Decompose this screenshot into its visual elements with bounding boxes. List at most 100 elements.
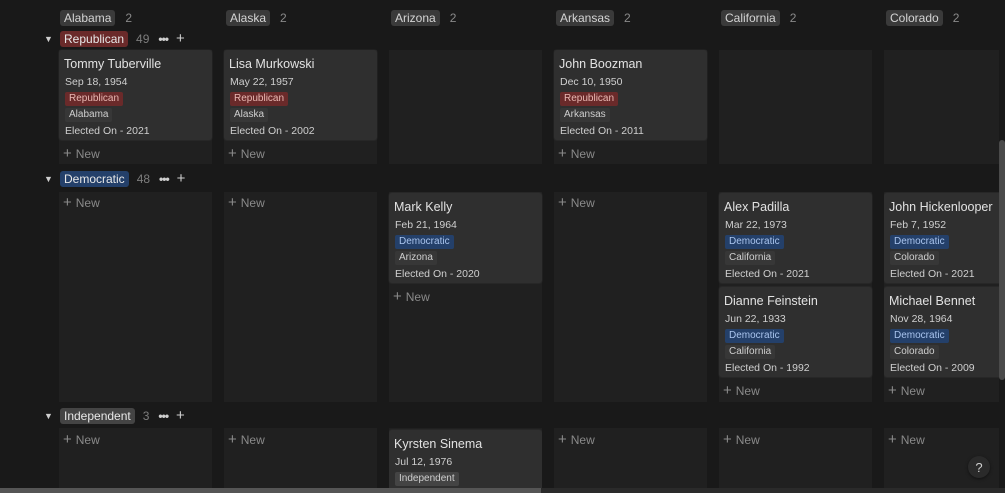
card-kyrsten-sinema[interactable]: Kyrsten Sinema Jul 12, 1976 Independent: [389, 430, 542, 488]
group-count: 48: [136, 172, 151, 186]
new-card-button[interactable]: + New: [228, 431, 265, 448]
card-title: Dianne Feinstein: [724, 294, 818, 308]
plus-icon: +: [558, 431, 567, 448]
column-header-alabama[interactable]: Alabama 2: [60, 10, 132, 26]
new-card-button[interactable]: + New: [393, 288, 430, 305]
party-tag: Republican: [230, 92, 289, 106]
more-options-icon[interactable]: •••: [158, 32, 169, 46]
card-elected: Elected On - 2021: [65, 125, 150, 137]
card-tommy-tuberville[interactable]: Tommy Tuberville Sep 18, 1954 Republican…: [59, 50, 212, 140]
card-title: Tommy Tuberville: [64, 57, 162, 71]
lane-republican-alaska: Lisa Murkowski May 22, 1957 Republican A…: [224, 50, 377, 164]
column-label: Arizona: [391, 10, 440, 26]
new-card-button[interactable]: + New: [888, 431, 925, 448]
lane-republican-alabama: Tommy Tuberville Sep 18, 1954 Republican…: [59, 50, 212, 164]
lane-independent-alabama: + New: [59, 428, 212, 488]
column-count: 2: [952, 11, 960, 25]
lane-democratic-alabama: + New: [59, 192, 212, 402]
card-title: Michael Bennet: [889, 294, 976, 308]
card-john-boozman[interactable]: John Boozman Dec 10, 1950 Republican Ark…: [554, 50, 707, 140]
card-dianne-feinstein[interactable]: Dianne Feinstein Jun 22, 1933 Democratic…: [719, 287, 872, 377]
party-tag: Democratic: [725, 235, 784, 249]
new-card-button[interactable]: + New: [228, 195, 265, 210]
plus-icon: +: [888, 431, 897, 448]
party-tag: Democratic: [890, 235, 949, 249]
plus-icon: +: [393, 288, 402, 305]
column-label: Colorado: [886, 10, 943, 26]
state-tag: Colorado: [890, 251, 939, 265]
help-icon: ?: [975, 459, 983, 475]
card-title: Lisa Murkowski: [229, 57, 315, 71]
lane-independent-arkansas: + New: [554, 428, 707, 488]
column-header-alaska[interactable]: Alaska 2: [226, 10, 287, 26]
horizontal-scrollbar[interactable]: [0, 488, 541, 493]
collapse-toggle-icon[interactable]: ▼: [44, 174, 54, 184]
column-header-row: Alabama 2 Alaska 2 Arizona 2 Arkansas 2 …: [0, 0, 1005, 34]
group-label[interactable]: Republican: [60, 31, 129, 47]
more-options-icon[interactable]: •••: [159, 172, 170, 186]
new-card-button[interactable]: + New: [888, 383, 925, 398]
lane-republican-arkansas: John Boozman Dec 10, 1950 Republican Ark…: [554, 50, 707, 164]
vertical-scrollbar[interactable]: [999, 140, 1005, 380]
new-card-button[interactable]: + New: [63, 194, 100, 211]
group-label[interactable]: Independent: [60, 408, 135, 424]
state-tag: Colorado: [890, 345, 939, 359]
new-card-button[interactable]: + New: [558, 431, 595, 448]
new-card-button[interactable]: + New: [228, 146, 265, 161]
column-label: Alaska: [226, 10, 271, 26]
add-icon[interactable]: +: [176, 31, 185, 46]
column-label: Alabama: [60, 10, 116, 26]
party-tag: Independent: [395, 472, 459, 486]
plus-icon: +: [723, 431, 732, 448]
state-tag: Alabama: [65, 108, 113, 122]
plus-icon: +: [558, 145, 567, 162]
lane-independent-arizona: Kyrsten Sinema Jul 12, 1976 Independent: [389, 428, 542, 488]
card-john-hickenlooper[interactable]: John Hickenlooper Feb 7, 1952 Democratic…: [884, 193, 999, 283]
lane-independent-alaska: + New: [224, 428, 377, 488]
plus-icon: +: [228, 431, 237, 448]
column-count: 2: [624, 11, 631, 25]
column-header-arizona[interactable]: Arizona 2: [391, 10, 456, 26]
column-header-colorado[interactable]: Colorado 2: [886, 10, 959, 26]
column-header-california[interactable]: California 2: [721, 10, 796, 26]
card-title: Mark Kelly: [394, 200, 453, 214]
more-options-icon[interactable]: •••: [158, 409, 169, 423]
card-elected: Elected On - 2011: [560, 125, 644, 137]
card-birthdate: Sep 18, 1954: [65, 76, 128, 88]
card-birthdate: Jun 22, 1933: [725, 313, 786, 325]
card-mark-kelly[interactable]: Mark Kelly Feb 21, 1964 Democratic Arizo…: [389, 193, 542, 283]
group-header-republican: ▼ Republican 49 ••• +: [44, 31, 185, 47]
help-button[interactable]: ?: [968, 456, 990, 478]
card-birthdate: May 22, 1957: [230, 76, 294, 88]
card-title: Alex Padilla: [724, 200, 790, 214]
new-card-button[interactable]: + New: [63, 431, 100, 448]
state-tag: California: [725, 345, 776, 359]
lane-democratic-alaska: + New: [224, 192, 377, 402]
new-card-button[interactable]: + New: [558, 194, 595, 211]
plus-icon: +: [63, 431, 72, 448]
card-michael-bennet[interactable]: Michael Bennet Nov 28, 1964 Democratic C…: [884, 287, 999, 377]
party-tag: Democratic: [395, 235, 454, 249]
card-birthdate: Nov 28, 1964: [890, 313, 953, 325]
column-header-arkansas[interactable]: Arkansas 2: [556, 10, 631, 26]
card-elected: Elected On - 2020: [395, 268, 480, 280]
collapse-toggle-icon[interactable]: ▼: [44, 411, 54, 421]
card-elected: Elected On - 2002: [230, 125, 315, 137]
group-label[interactable]: Democratic: [60, 171, 129, 187]
collapse-toggle-icon[interactable]: ▼: [44, 34, 54, 44]
group-header-democratic: ▼ Democratic 48 ••• +: [44, 171, 185, 187]
lane-democratic-colorado: John Hickenlooper Feb 7, 1952 Democratic…: [884, 192, 999, 402]
new-card-button[interactable]: + New: [723, 383, 760, 398]
add-icon[interactable]: +: [176, 408, 185, 423]
new-card-button[interactable]: + New: [723, 431, 760, 448]
card-alex-padilla[interactable]: Alex Padilla Mar 22, 1973 Democratic Cal…: [719, 193, 872, 283]
new-card-button[interactable]: + New: [63, 146, 100, 161]
card-elected: Elected On - 2009: [890, 362, 975, 374]
card-lisa-murkowski[interactable]: Lisa Murkowski May 22, 1957 Republican A…: [224, 50, 377, 140]
add-icon[interactable]: +: [177, 171, 186, 186]
plus-icon: +: [63, 194, 72, 211]
new-card-button[interactable]: + New: [558, 145, 595, 162]
card-birthdate: Jul 12, 1976: [395, 456, 453, 468]
plus-icon: +: [558, 194, 567, 211]
state-tag: California: [725, 251, 776, 265]
